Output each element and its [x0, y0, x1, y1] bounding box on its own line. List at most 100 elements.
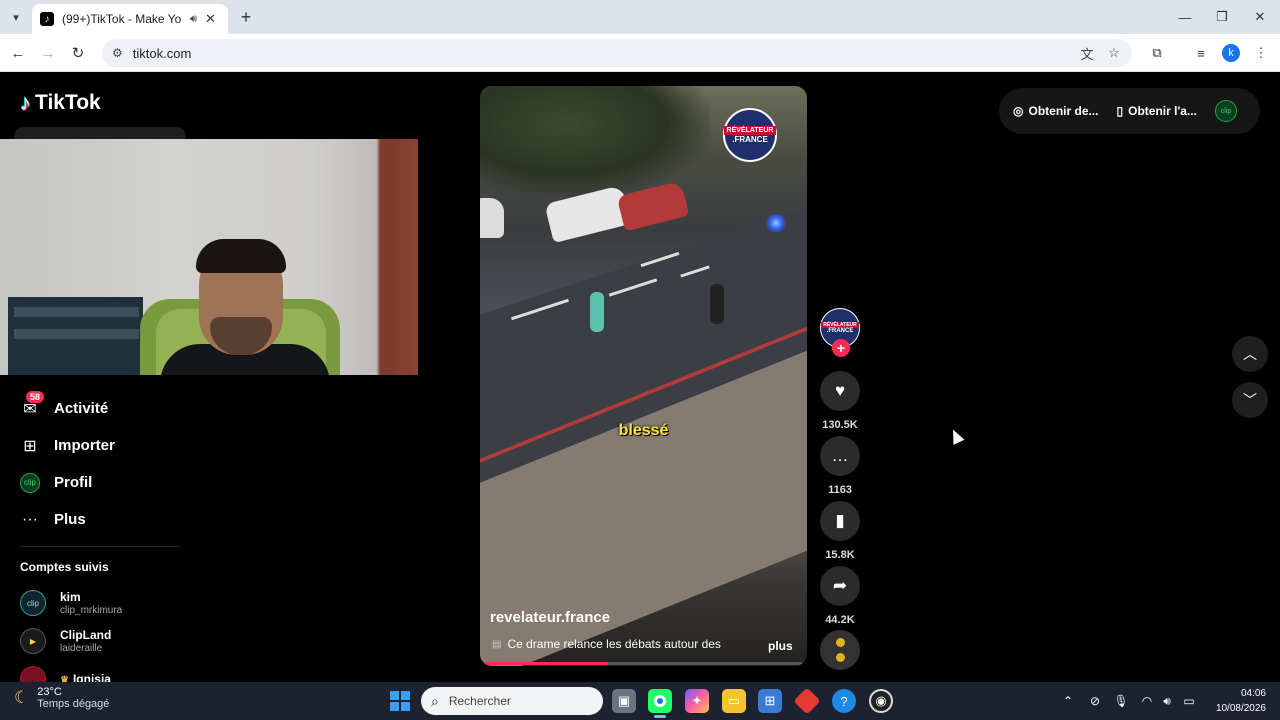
author-avatar[interactable]: RÉVÉLATEUR .FRANCE + — [820, 308, 860, 357]
battery-icon[interactable]: ▭ — [1180, 692, 1198, 710]
logo-bottom-text: .FRANCE — [732, 135, 768, 144]
newspaper-icon: ▤ — [492, 638, 502, 650]
browser-toolbar: ← → ↻ ⚙ tiktok.com 文 ☆ ⧉ ≡ k ⋮ — [0, 34, 1280, 72]
eye-off-icon[interactable]: ⊘ — [1086, 692, 1104, 710]
get-app-button[interactable]: ▯ Obtenir l'a... — [1117, 104, 1197, 118]
windows-start-icon[interactable] — [390, 691, 410, 711]
action-column: RÉVÉLATEUR .FRANCE + ♥ 130.5K … 1163 ▮ 1… — [818, 308, 862, 670]
restore-button[interactable]: ❐ — [1211, 6, 1233, 28]
webcam-overlay — [0, 139, 418, 375]
account-name: ClipLand — [60, 628, 112, 642]
store-icon[interactable]: ⊞ — [758, 689, 782, 713]
tiktok-logo[interactable]: ♪ TikTok — [20, 90, 101, 116]
get-coins-button[interactable]: ◎ Obtenir de... — [1013, 104, 1099, 118]
close-tab-icon[interactable]: ✕ — [205, 11, 216, 27]
screen: ▾ ♪ (99+)TikTok - Make Your Day 🔊︎ ✕ + —… — [0, 0, 1280, 720]
video-subtitle: blessé — [618, 422, 669, 439]
get-app-label: Obtenir l'a... — [1128, 104, 1197, 118]
person-hair — [196, 239, 286, 273]
taskbar-search[interactable]: ⌕ Rechercher — [421, 687, 603, 715]
help-icon[interactable]: ? — [832, 689, 856, 713]
copilot-icon[interactable]: ✦ — [685, 689, 709, 713]
clock-date: 10/08/2026 — [1215, 703, 1266, 714]
kebab-menu-icon[interactable]: ⋮ — [1251, 43, 1271, 63]
minimize-button[interactable]: — — [1174, 6, 1196, 28]
microphone-icon[interactable]: 🎙︎ — [1112, 692, 1130, 710]
disc-dot — [835, 638, 845, 647]
heart-icon[interactable]: ♥ — [820, 371, 860, 411]
task-view-icon[interactable]: ▣ — [612, 689, 636, 713]
share-action[interactable]: ➦ 44.2K — [820, 566, 860, 626]
disc-dot — [835, 653, 845, 662]
speaker-icon[interactable]: 🔊︎ — [190, 13, 197, 26]
save-action[interactable]: ▮ 15.8K — [820, 501, 860, 561]
avatar — [20, 666, 46, 682]
previous-video-button[interactable]: ︿ — [1232, 336, 1268, 372]
followed-account-kim[interactable]: clip kim clip_mrkimura — [20, 584, 210, 622]
next-video-button[interactable]: ﹀ — [1232, 382, 1268, 418]
tree-foliage — [480, 86, 710, 196]
music-disc-icon[interactable] — [820, 630, 860, 670]
active-app-indicator — [654, 715, 666, 718]
sidebar-item-plus[interactable]: ··· Plus — [20, 501, 210, 538]
like-count: 130.5K — [822, 419, 858, 431]
new-tab-button[interactable]: + — [236, 7, 256, 27]
system-clock[interactable]: 04:06 10/08/2026 — [1208, 686, 1266, 716]
followed-account-ignisia[interactable]: ♛ Ignisia — [20, 660, 210, 682]
phone-icon: ▯ — [1116, 104, 1124, 118]
volume-icon[interactable]: 🔊︎ — [1158, 692, 1176, 710]
person-figure — [590, 292, 604, 332]
user-avatar[interactable]: clip — [1214, 100, 1237, 122]
bookmark-star-icon[interactable]: ☆ — [1103, 39, 1125, 67]
sidebar-item-label: Profil — [54, 474, 93, 491]
channel-watermark-logo: RÉVÉLATEUR .FRANCE — [723, 108, 777, 162]
chair-rail — [14, 307, 139, 317]
reload-button[interactable]: ↻ — [68, 43, 88, 63]
tab-search-chevron-icon[interactable]: ▾ — [6, 7, 26, 27]
media-control-icon[interactable]: ≡ — [1191, 43, 1211, 63]
like-action[interactable]: ♥ 130.5K — [820, 371, 860, 431]
chair-rail — [14, 329, 139, 339]
comment-action[interactable]: … 1163 — [820, 436, 860, 496]
more-button[interactable]: plus — [768, 639, 793, 653]
sidebar-item-activite[interactable]: ✉ 58 Activité — [20, 390, 210, 427]
translate-icon[interactable]: 文 — [1076, 39, 1098, 67]
logo-top-text: RÉVÉLATEUR — [723, 126, 777, 135]
profile-button[interactable]: k — [1221, 43, 1241, 63]
file-explorer-icon[interactable]: ▭ — [722, 689, 746, 713]
follow-button[interactable]: + — [832, 339, 850, 357]
obs-icon[interactable]: ◉ — [869, 689, 893, 713]
video-author[interactable]: revelateur.france — [490, 609, 610, 626]
share-arrow-icon[interactable]: ➦ — [820, 566, 860, 606]
temperature: 23°C — [37, 686, 62, 698]
video-player[interactable]: RÉVÉLATEUR .FRANCE blessé revelateur.fra… — [480, 86, 807, 666]
anydesk-icon[interactable] — [793, 687, 821, 715]
followed-account-clipland[interactable]: ▶ ClipLand laideraille — [20, 622, 210, 660]
account-name-text: Ignisia — [72, 672, 111, 682]
sidebar-item-profil[interactable]: clip Profil — [20, 464, 210, 501]
back-button[interactable]: ← — [8, 43, 28, 63]
sidebar-item-importer[interactable]: ⊞ Importer — [20, 427, 210, 464]
extensions-icon[interactable]: ⧉ — [1147, 43, 1167, 63]
account-name: kim — [60, 590, 81, 604]
chevron-up-icon[interactable]: ⌃ — [1059, 692, 1077, 710]
site-info-icon[interactable]: ⚙ — [112, 46, 123, 60]
moon-icon: ☾ — [14, 688, 30, 707]
video-progress-bar[interactable] — [484, 662, 803, 665]
account-handle: clip_mrkimura — [60, 605, 123, 616]
comment-icon[interactable]: … — [820, 436, 860, 476]
browser-tab[interactable]: ♪ (99+)TikTok - Make Your Day 🔊︎ ✕ — [32, 4, 228, 34]
tab-title: (99+)TikTok - Make Your Day — [62, 12, 182, 26]
weather-widget[interactable]: ☾ 23°C Temps dégagé — [14, 686, 109, 710]
parked-car — [480, 198, 504, 238]
share-count: 44.2K — [825, 614, 855, 626]
close-window-button[interactable]: ✕ — [1249, 6, 1271, 28]
person-figure — [710, 284, 724, 324]
forward-button[interactable]: → — [38, 43, 58, 63]
avatar: ▶ — [20, 628, 46, 654]
wifi-icon[interactable]: ◠ — [1138, 692, 1156, 710]
address-bar[interactable]: ⚙ tiktok.com 文 ☆ — [102, 39, 1132, 67]
coin-icon: ◎ — [1013, 104, 1024, 118]
bookmark-icon[interactable]: ▮ — [820, 501, 860, 541]
chrome-icon[interactable] — [648, 689, 672, 713]
